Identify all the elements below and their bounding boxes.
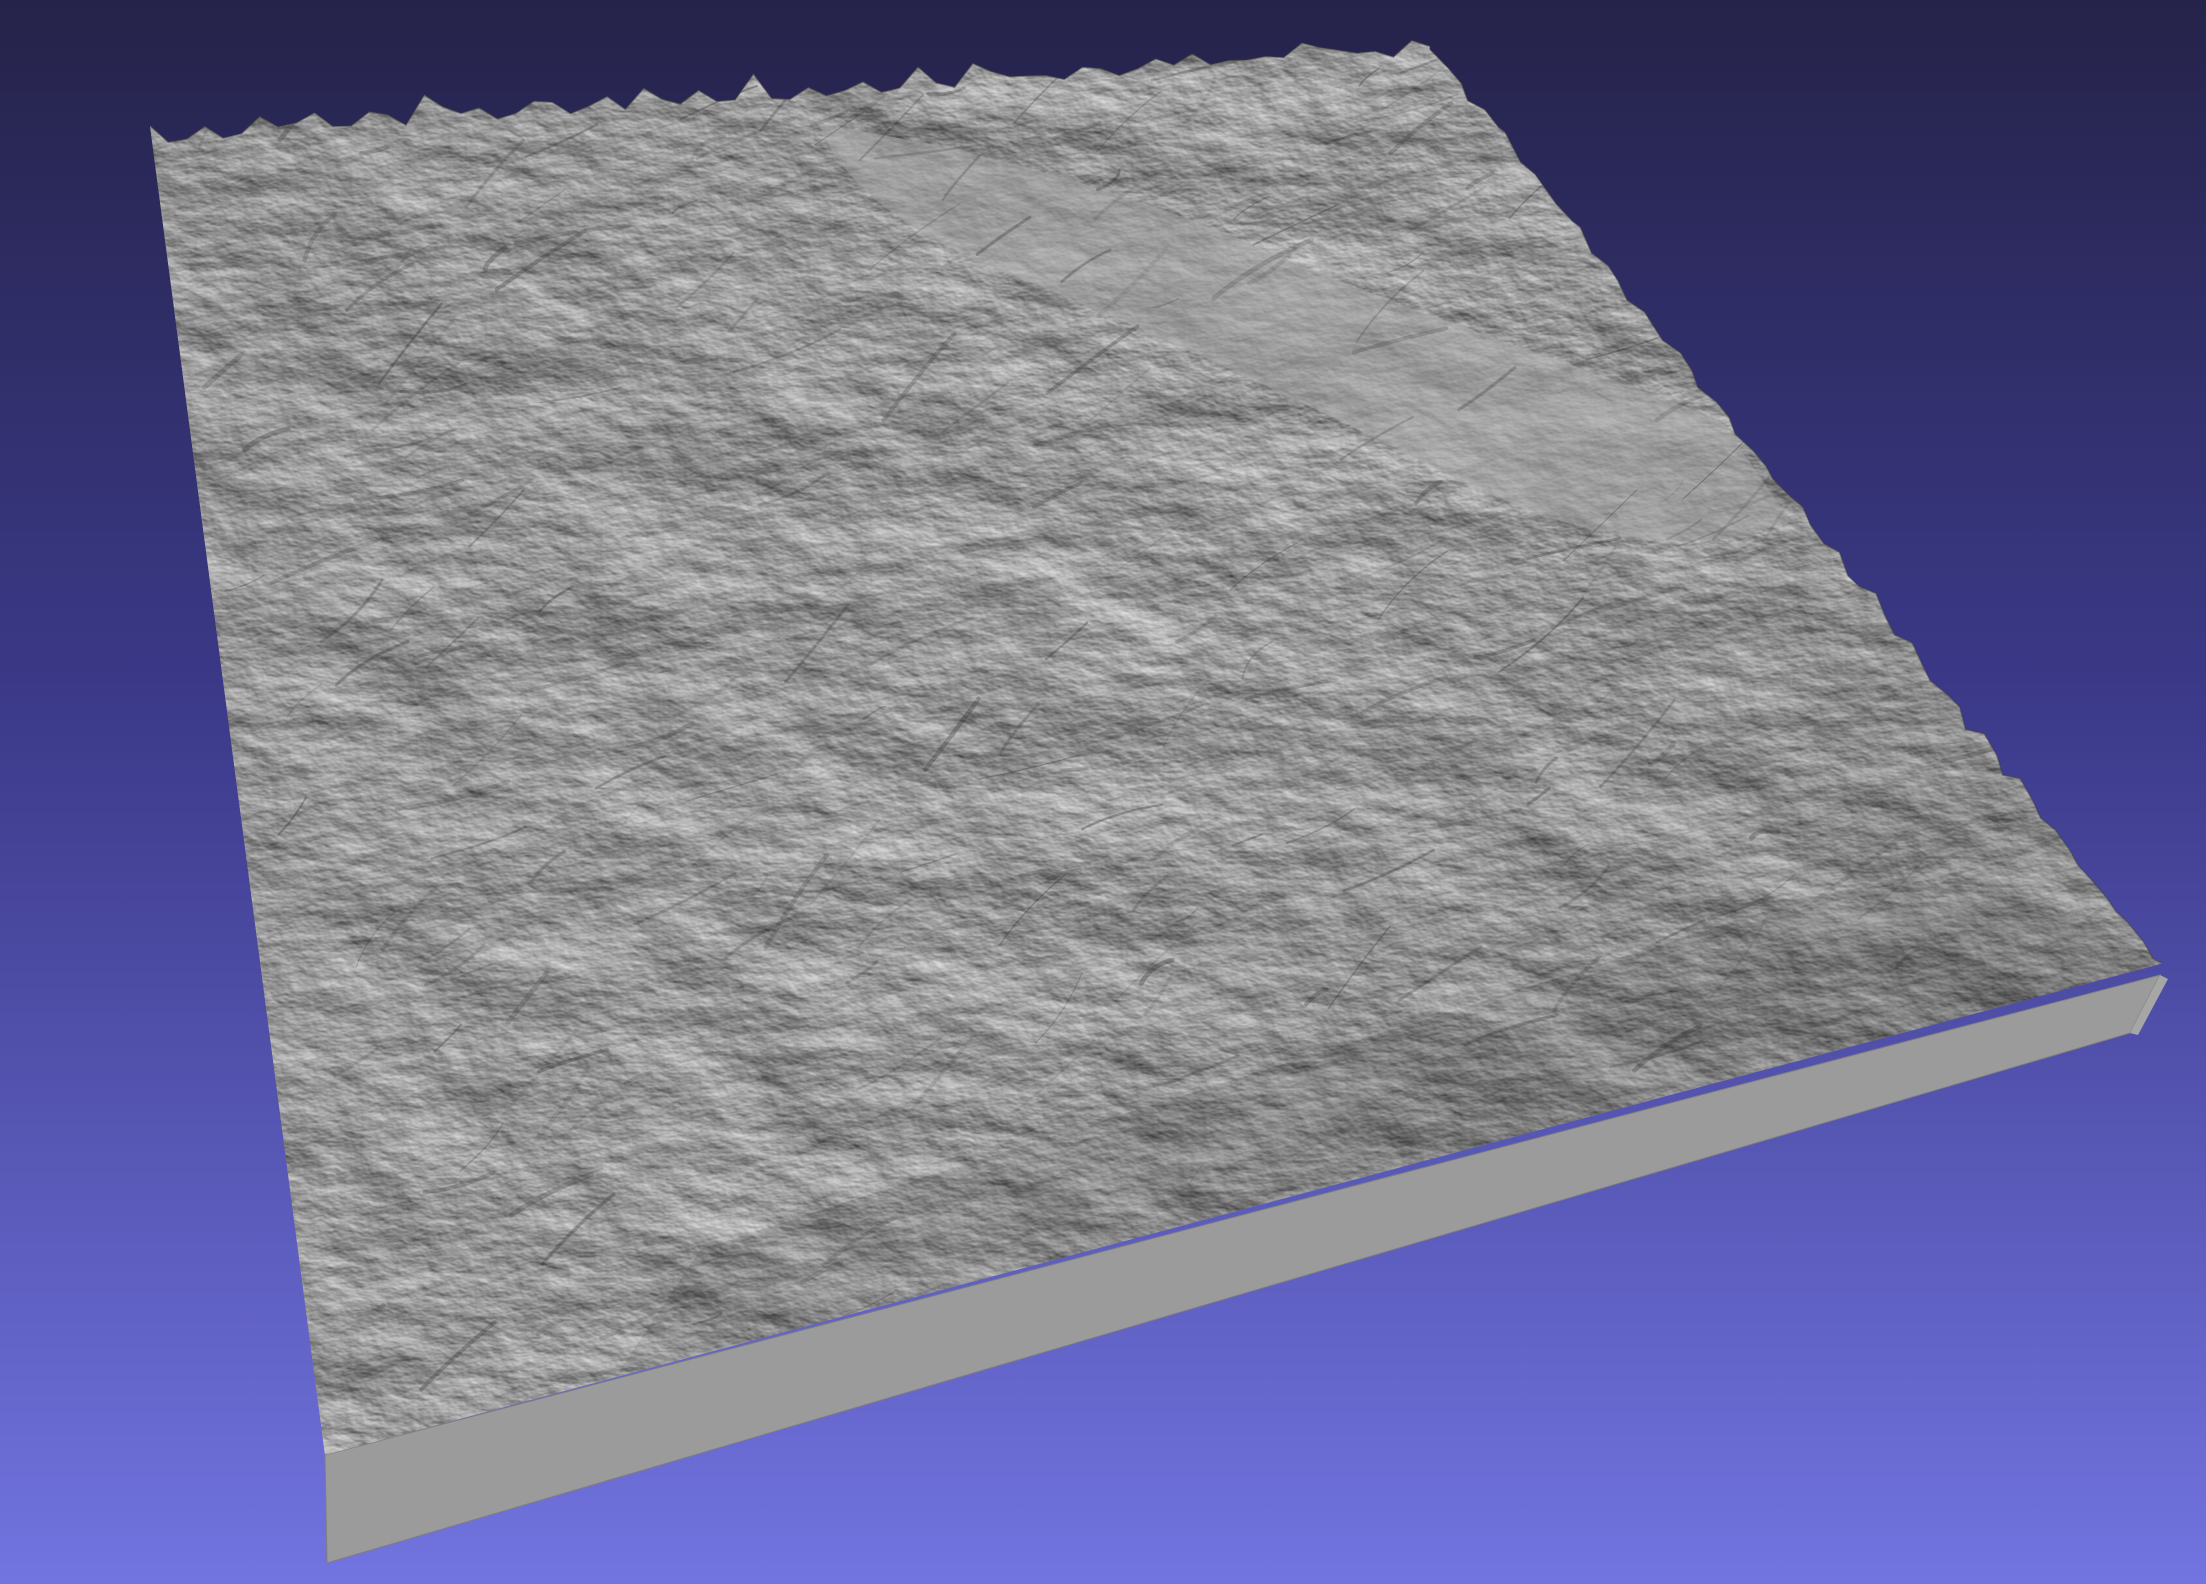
terrain-surface (150, 40, 2163, 1455)
terrain-model[interactable] (0, 0, 2206, 1584)
ridge-shadow (1909, 603, 1977, 666)
3d-viewport[interactable] (0, 0, 2206, 1584)
